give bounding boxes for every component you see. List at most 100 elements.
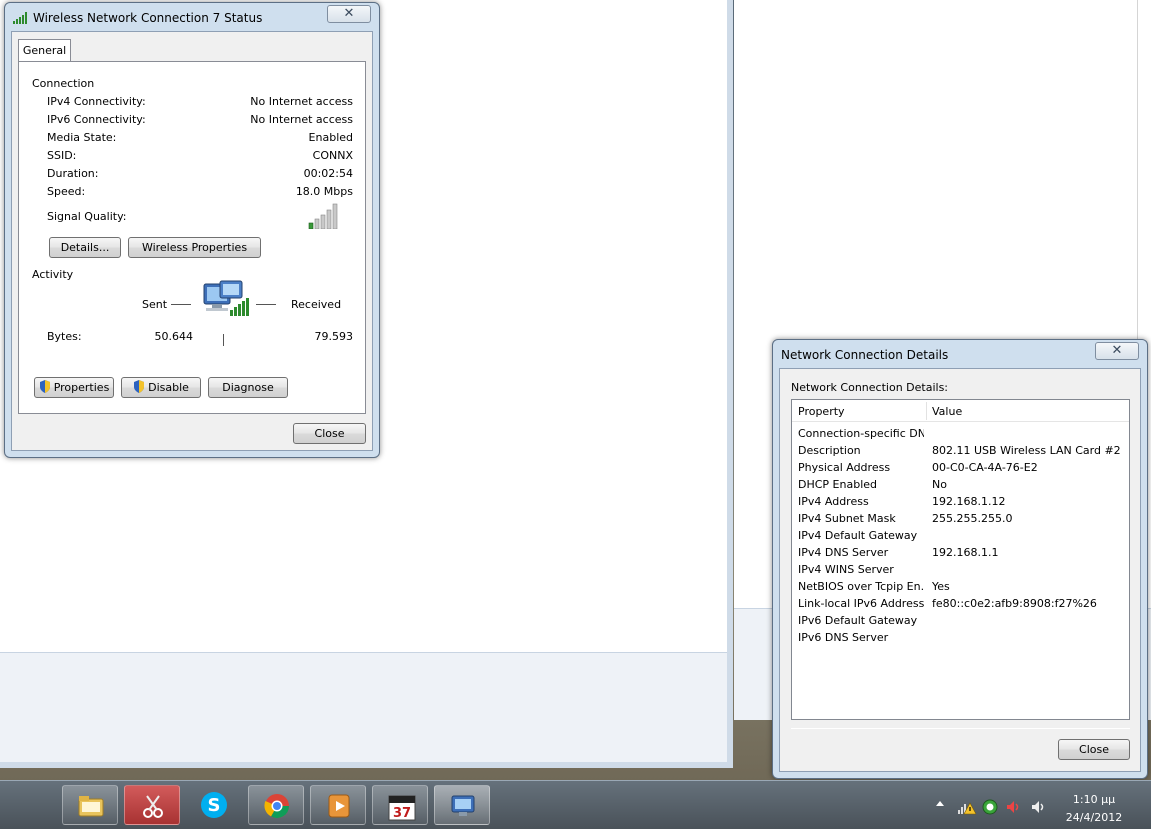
status-client-area: General Connection IPv4 Connectivity: No … [11, 31, 373, 451]
details-row-property: Connection-specific DN... [798, 427, 924, 440]
details-list-row[interactable]: IPv4 Default Gateway [792, 528, 1129, 545]
bytes-label: Bytes: [47, 330, 82, 343]
sent-label: Sent [142, 298, 168, 311]
tab-general-label: General [22, 44, 67, 57]
status-dialog-title: Wireless Network Connection 7 Status [33, 11, 263, 25]
properties-button[interactable]: Properties [34, 377, 114, 398]
skype-icon: S [201, 792, 227, 818]
connection-row-value: 18.0 Mbps [295, 185, 353, 198]
details-row-property: Description [798, 444, 861, 457]
details-close-button[interactable]: Close [1058, 739, 1130, 760]
connection-row-value: No Internet access [250, 95, 353, 108]
connection-row-value: CONNX [312, 149, 353, 162]
media-player-icon [328, 794, 350, 818]
details-titlebar[interactable]: Network Connection Details ✕ [773, 340, 1147, 368]
received-label: Received [291, 298, 342, 311]
bytes-sent-value: 50.644 [154, 330, 194, 343]
clock-time[interactable]: 1:10 μμ [1059, 793, 1129, 806]
details-list-header: Property Value [792, 400, 1129, 422]
details-dialog-title: Network Connection Details [781, 348, 949, 362]
status-titlebar[interactable]: Wireless Network Connection 7 Status ✕ [5, 3, 379, 31]
properties-button-label: Properties [53, 381, 110, 394]
diagnose-button[interactable]: Diagnose [208, 377, 288, 398]
connection-row-value: No Internet access [250, 113, 353, 126]
details-row-property: IPv4 Default Gateway [798, 529, 918, 542]
details-row-value: 192.168.1.12 [932, 495, 1006, 508]
details-row-property: NetBIOS over Tcpip En... [798, 580, 924, 593]
details-list-row[interactable]: DHCP Enabled No [792, 477, 1129, 494]
column-header-property[interactable]: Property [798, 405, 845, 418]
network-warning-icon[interactable] [958, 799, 976, 815]
uac-shield-icon [134, 380, 145, 393]
background-window-left-footer [0, 652, 727, 762]
scissors-icon [143, 795, 163, 818]
details-row-property: IPv6 Default Gateway [798, 614, 918, 627]
network-control-panel-icon [451, 795, 475, 816]
received-line [256, 304, 276, 305]
green-status-icon[interactable] [982, 799, 998, 815]
details-row-property: IPv4 Address [798, 495, 869, 508]
column-header-value[interactable]: Value [932, 405, 962, 418]
taskbar-chrome-button[interactable] [248, 785, 304, 825]
disable-button[interactable]: Disable [121, 377, 201, 398]
details-close-x-button[interactable]: ✕ [1095, 342, 1139, 360]
details-list-row[interactable]: NetBIOS over Tcpip En... Yes [792, 579, 1129, 596]
tab-panel: Connection IPv4 Connectivity: No Internet… [18, 61, 366, 414]
details-row-property: IPv4 WINS Server [798, 563, 894, 576]
details-row-value: fe80::c0e2:afb9:8908:f27%26 [932, 597, 1097, 610]
taskbar-snipping-button[interactable] [124, 785, 180, 825]
details-listview[interactable]: Property Value Connection-specific DN...… [791, 399, 1130, 720]
details-list-row[interactable]: Description 802.11 USB Wireless LAN Card … [792, 443, 1129, 460]
clock-date[interactable]: 24/4/2012 [1059, 811, 1129, 824]
wireless-status-dialog: Wireless Network Connection 7 Status ✕ G… [4, 2, 380, 458]
connection-row-label: IPv4 Connectivity: [47, 95, 146, 108]
folder-icon [78, 796, 104, 817]
status-close-button[interactable]: Close [293, 423, 366, 444]
taskbar-skype-button[interactable]: S [186, 785, 242, 825]
connection-row-label: Duration: [47, 167, 99, 180]
show-hidden-icons-arrow[interactable] [936, 801, 944, 806]
speaker-muted-icon[interactable] [1005, 799, 1021, 815]
calendar-icon: 37 [388, 795, 416, 821]
connection-row-label: Media State: [47, 131, 117, 144]
connection-group-divider [96, 84, 350, 85]
taskbar-explorer-button[interactable] [62, 785, 118, 825]
details-section-label: Network Connection Details: [791, 381, 949, 394]
taskbar-media-player-button[interactable] [310, 785, 366, 825]
details-list-row[interactable]: IPv6 DNS Server [792, 630, 1129, 647]
connection-row-label: Speed: [47, 185, 86, 198]
details-list-row[interactable]: Connection-specific DN... [792, 426, 1129, 443]
details-list-row[interactable]: Physical Address 00-C0-CA-4A-76-E2 [792, 460, 1129, 477]
uac-shield-icon [39, 380, 50, 393]
details-row-property: Physical Address [798, 461, 891, 474]
signal-quality-label: Signal Quality: [47, 210, 127, 223]
status-close-x-button[interactable]: ✕ [327, 5, 371, 23]
activity-group-header: Activity [32, 268, 74, 281]
volume-icon[interactable] [1030, 799, 1046, 815]
column-separator[interactable] [926, 402, 927, 420]
details-client-area: Network Connection Details: Property Val… [779, 368, 1141, 772]
details-button[interactable]: Details... [49, 237, 121, 258]
sent-line [171, 304, 191, 305]
taskbar-calendar-button[interactable]: 37 [372, 785, 428, 825]
details-list-row[interactable]: IPv4 DNS Server 192.168.1.1 [792, 545, 1129, 562]
details-list-row[interactable]: IPv4 WINS Server [792, 562, 1129, 579]
connection-group-header: Connection [32, 77, 95, 90]
taskbar-network-control-button[interactable] [434, 785, 490, 825]
details-list-row[interactable]: IPv4 Subnet Mask 255.255.255.0 [792, 511, 1129, 528]
activity-group-divider [77, 275, 350, 276]
details-row-value: 802.11 USB Wireless LAN Card #2 [932, 444, 1121, 457]
tab-general[interactable]: General [18, 39, 71, 62]
connection-row-value: 00:02:54 [303, 167, 353, 180]
connection-details-dialog: Network Connection Details ✕ Network Con… [772, 339, 1148, 779]
wireless-properties-button[interactable]: Wireless Properties [128, 237, 261, 258]
details-row-property: Link-local IPv6 Address [798, 597, 924, 610]
details-list-row[interactable]: IPv6 Default Gateway [792, 613, 1129, 630]
network-computers-icon [203, 280, 249, 316]
svg-text:S: S [208, 795, 221, 816]
bytes-received-value: 79.593 [314, 330, 354, 343]
disable-button-label: Disable [148, 381, 189, 394]
details-list-row[interactable]: Link-local IPv6 Address fe80::c0e2:afb9:8… [792, 596, 1129, 613]
details-row-value: 00-C0-CA-4A-76-E2 [932, 461, 1038, 474]
details-list-row[interactable]: IPv4 Address 192.168.1.12 [792, 494, 1129, 511]
